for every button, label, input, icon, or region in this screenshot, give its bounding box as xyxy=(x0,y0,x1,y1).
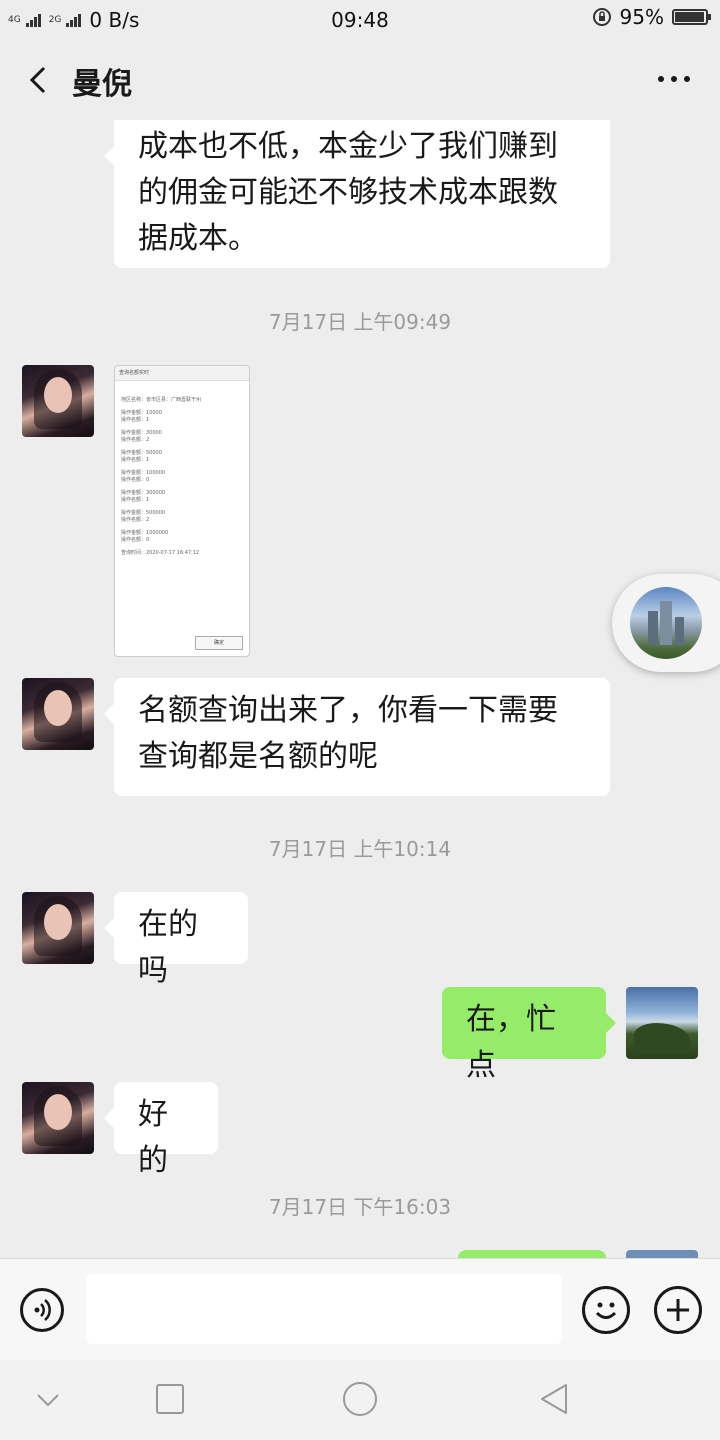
contact-avatar[interactable] xyxy=(22,678,94,750)
contact-avatar[interactable] xyxy=(22,1082,94,1154)
message-bubble-text[interactable]: 成本也不低，本金少了我们赚到的佣金可能还不够技术成本跟数据成本。 xyxy=(104,120,610,268)
message-bubble-text[interactable]: 名额查询出来了，你看一下需要查询都是名额的呢 xyxy=(104,678,610,796)
screenshot-line: 操作名额：2 xyxy=(121,437,150,443)
screenshot-line: 操作金额：1000000 xyxy=(121,530,169,536)
screenshot-line: 地区名称：省市区县：广西壹联干州 xyxy=(121,397,202,403)
screenshot-line: 操作金额：30000 xyxy=(121,430,162,436)
message-list[interactable]: 成本也不低，本金少了我们赚到的佣金可能还不够技术成本跟数据成本。 7月17日 上… xyxy=(0,120,720,1258)
screenshot-line: 操作金额：500000 xyxy=(121,510,166,516)
back-triangle-icon[interactable] xyxy=(538,1382,570,1416)
more-dots-icon[interactable] xyxy=(658,76,690,82)
contact-name: 曼倪 xyxy=(72,67,132,102)
image-message-screenshot[interactable]: 查询名额实时 地区名称：省市区县：广西壹联干州 操作金额：10000 操作名额：… xyxy=(114,365,250,657)
chevron-left-icon[interactable] xyxy=(22,62,58,98)
screenshot-title: 查询名额实时 xyxy=(115,366,249,381)
contact-avatar[interactable] xyxy=(22,365,94,437)
chat-header: 曼倪 xyxy=(0,40,720,120)
screenshot-line: 查询时间：2020-07-17 16:47:12 xyxy=(121,550,200,556)
screenshot-line: 操作名额：2 xyxy=(121,517,150,523)
my-message-bubble[interactable]: 在，忙点 xyxy=(442,987,616,1083)
timestamp: 7月17日 上午09:49 xyxy=(268,310,452,334)
screenshot-line: 操作金额：300000 xyxy=(121,490,166,496)
message-bubble-text[interactable]: 好的 xyxy=(104,1082,218,1178)
screenshot-line: 操作名额：1 xyxy=(121,497,150,503)
battery-percent: 95% xyxy=(619,5,664,29)
screenshot-line: 操作名额：0 xyxy=(121,537,150,543)
home-button[interactable] xyxy=(343,1382,377,1416)
screenshot-line: 操作名额：1 xyxy=(121,417,150,423)
my-avatar[interactable] xyxy=(626,987,698,1059)
screenshot-line: 操作金额：50000 xyxy=(121,450,162,456)
recent-apps-button[interactable] xyxy=(156,1384,184,1414)
system-nav-bar xyxy=(0,1360,720,1440)
floating-window-ball[interactable] xyxy=(612,574,720,672)
status-bar: 4G 2G 0 B/s 09:48 95% xyxy=(0,0,720,40)
input-bar xyxy=(0,1258,720,1361)
plus-icon[interactable] xyxy=(654,1286,702,1334)
my-avatar-partial[interactable] xyxy=(626,1250,698,1258)
timestamp: 7月17日 下午16:03 xyxy=(268,1195,452,1219)
my-message-bubble-partial[interactable] xyxy=(458,1250,606,1258)
screenshot-line: 操作名额：0 xyxy=(121,477,150,483)
emoji-icon[interactable] xyxy=(582,1286,630,1334)
screenshot-line: 操作金额：100000 xyxy=(121,470,166,476)
rotation-lock-icon xyxy=(592,8,611,26)
status-right: 95% xyxy=(592,5,711,29)
screenshot-line: 操作金额：10000 xyxy=(121,410,162,416)
screenshot-ok-button: 确定 xyxy=(195,636,243,650)
contact-avatar[interactable] xyxy=(22,892,94,964)
message-bubble-text[interactable]: 在的吗 xyxy=(104,892,248,988)
voice-icon[interactable] xyxy=(20,1288,64,1332)
screenshot-line: 操作名额：1 xyxy=(121,457,150,463)
chevron-down-icon[interactable] xyxy=(36,1392,60,1408)
floating-window-thumbnail xyxy=(630,587,702,659)
battery-icon xyxy=(672,9,711,25)
message-input[interactable] xyxy=(86,1274,562,1344)
timestamp: 7月17日 上午10:14 xyxy=(268,837,452,861)
